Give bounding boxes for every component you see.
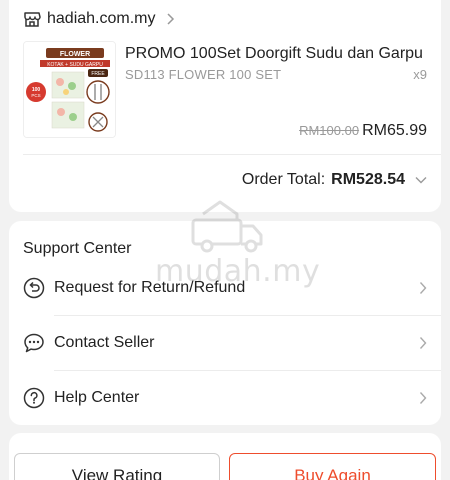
chevron-right-icon — [419, 392, 427, 404]
chevron-down-icon — [415, 177, 427, 184]
return-icon — [23, 277, 45, 299]
chevron-right-icon — [166, 13, 174, 25]
price-original: RM100.00 — [299, 123, 360, 138]
product-variant: SD113 FLOWER 100 SET — [125, 67, 282, 82]
shop-icon — [24, 12, 41, 27]
product-quantity: x9 — [413, 67, 427, 82]
chevron-right-icon — [419, 282, 427, 294]
product-name[interactable]: PROMO 100Set Doorgift Sudu dan Garpu — [125, 45, 430, 63]
support-item-label: Request for Return/Refund — [54, 279, 246, 296]
thumb-header: FLOWER — [60, 51, 90, 58]
buy-again-button[interactable]: Buy Again — [229, 453, 436, 480]
order-total-label: Order Total: — [241, 171, 326, 188]
order-total-row[interactable]: Order Total: RM528.54 — [242, 171, 427, 189]
divider — [23, 154, 441, 155]
support-item-contact-seller[interactable]: Contact Seller — [9, 316, 441, 370]
support-item-return-refund[interactable]: Request for Return/Refund — [9, 261, 441, 315]
support-item-label: Contact Seller — [54, 334, 155, 351]
product-price: RM100.00 RM65.99 — [299, 122, 427, 140]
product-thumbnail[interactable]: FLOWER KOTAK + SUDU GARPU FREE 100 PCS — [23, 41, 116, 138]
shop-link[interactable]: hadiah.com.my — [23, 10, 175, 28]
thumb-free-tag: FREE — [91, 71, 105, 77]
order-card: hadiah.com.my FLOWER KOTAK + SUDU GARPU … — [9, 0, 441, 212]
thumb-badge-line2: PCS — [31, 93, 40, 98]
chevron-right-icon — [419, 337, 427, 349]
support-item-label: Help Center — [54, 389, 140, 406]
view-rating-button[interactable]: View Rating — [14, 453, 220, 480]
support-item-help-center[interactable]: Help Center — [9, 371, 441, 425]
chat-icon — [24, 333, 44, 353]
support-center-card: Support Center Request for Return/Refund… — [9, 221, 441, 425]
shop-name: hadiah.com.my — [47, 10, 156, 27]
thumb-subheader: KOTAK + SUDU GARPU — [47, 62, 103, 68]
help-icon — [23, 387, 45, 409]
price-current: RM65.99 — [362, 122, 427, 139]
order-total-value: RM528.54 — [331, 171, 405, 188]
support-center-title: Support Center — [23, 240, 132, 257]
